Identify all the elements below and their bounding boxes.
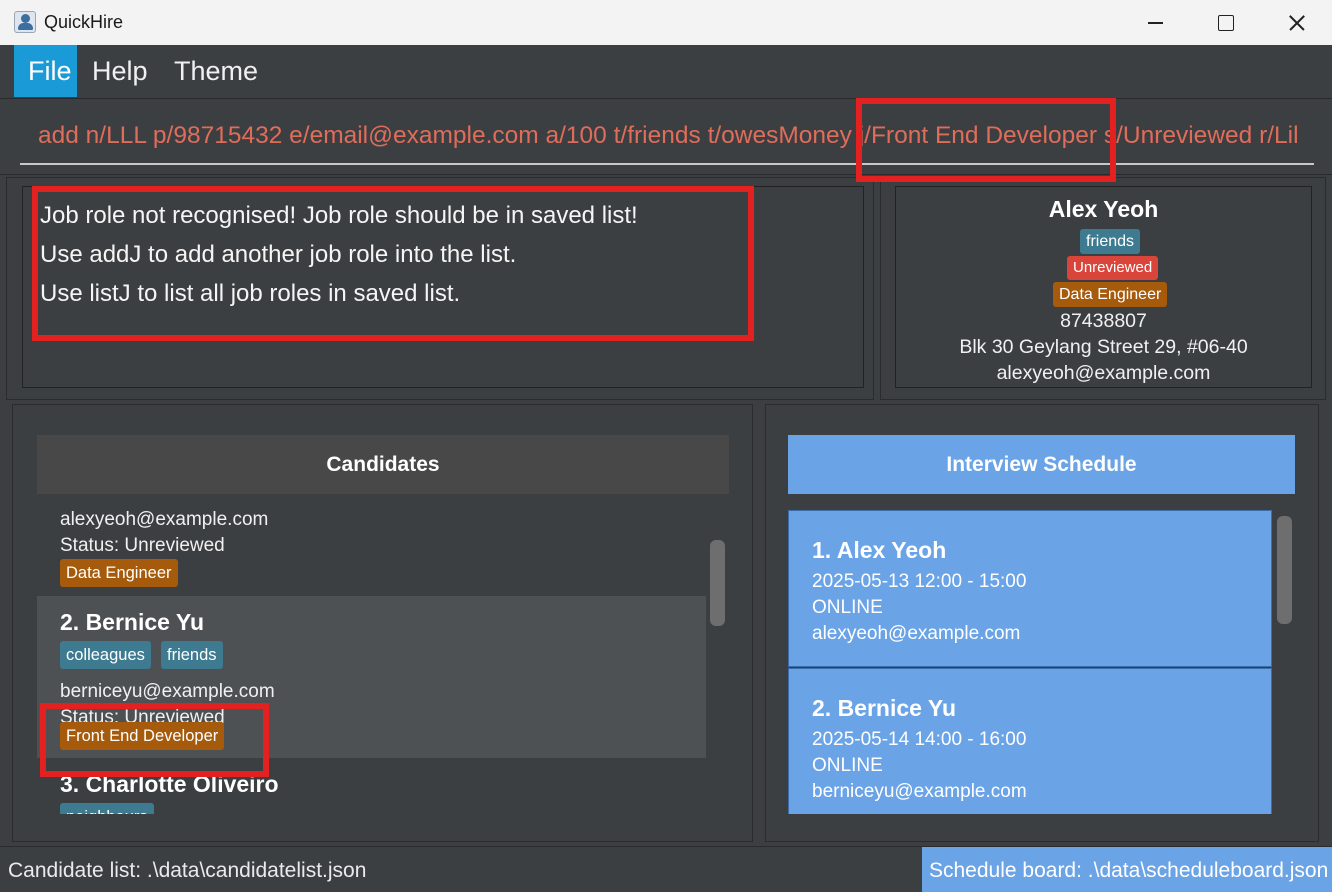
schedule-name: 2. Bernice Yu xyxy=(812,695,957,721)
highlight-box xyxy=(32,186,754,341)
schedule-item[interactable]: 2. Bernice Yu 2025-05-14 14:00 - 16:00 O… xyxy=(788,668,1272,814)
schedule-name: 1. Alex Yeoh xyxy=(812,537,947,563)
detail-status-badge: Unreviewed xyxy=(1067,256,1159,280)
schedule-board-status: Schedule board: .\data\scheduleboard.jso… xyxy=(922,847,1332,892)
schedule-time: 2025-05-13 12:00 - 15:00 xyxy=(812,571,1027,592)
candidate-status: Status: Unreviewed xyxy=(60,535,225,556)
detail-name: Alex Yeoh xyxy=(1048,196,1159,222)
minimize-icon[interactable] xyxy=(1120,0,1190,45)
detail-tag: friends xyxy=(1080,229,1141,254)
list-item[interactable]: alexyeoh@example.com Status: Unreviewed … xyxy=(37,509,706,596)
quickhire-logo-icon xyxy=(14,11,36,33)
schedule-board-path: Schedule board: .\data\scheduleboard.jso… xyxy=(929,859,1329,882)
window-title: QuickHire xyxy=(44,12,124,32)
command-input[interactable]: add n/LLL p/98715432 e/email@example.com… xyxy=(20,109,1314,165)
menu-file[interactable]: File xyxy=(14,45,77,97)
detail-address: Blk 30 Geylang Street 29, #06-40 xyxy=(959,336,1248,358)
candidate-email: alexyeoh@example.com xyxy=(60,509,269,530)
candidate-job-badge: Data Engineer xyxy=(60,559,178,587)
candidate-tag: colleagues xyxy=(60,641,151,669)
schedule-header: Interview Schedule xyxy=(788,435,1295,494)
detail-email: alexyeoh@example.com xyxy=(996,362,1211,384)
candidate-list-path: Candidate list: .\data\candidatelist.jso… xyxy=(8,859,367,882)
schedule-scrollbar[interactable] xyxy=(1277,516,1292,624)
menu-theme[interactable]: Theme xyxy=(160,45,272,97)
status-bar: Candidate list: .\data\candidatelist.jso… xyxy=(0,846,1332,892)
highlight-box xyxy=(856,98,1116,182)
detail-job-badge: Data Engineer xyxy=(1053,282,1168,307)
schedule-mode: ONLINE xyxy=(812,597,883,618)
schedule-list[interactable]: 1. Alex Yeoh 2025-05-13 12:00 - 15:00 ON… xyxy=(788,509,1272,814)
menu-bar: File Help Theme xyxy=(0,45,1332,99)
schedule-item[interactable]: 1. Alex Yeoh 2025-05-13 12:00 - 15:00 ON… xyxy=(788,510,1272,667)
highlight-box xyxy=(40,703,269,777)
schedule-email: berniceyu@example.com xyxy=(812,781,1027,802)
schedule-mode: ONLINE xyxy=(812,755,883,776)
candidate-tag: neighbours xyxy=(60,803,154,814)
detail-phone: 87438807 xyxy=(1060,310,1147,332)
schedule-email: alexyeoh@example.com xyxy=(812,623,1021,644)
candidate-tag: friends xyxy=(161,641,223,669)
candidate-email: berniceyu@example.com xyxy=(60,681,275,702)
menu-help[interactable]: Help xyxy=(78,45,162,97)
title-bar: QuickHire xyxy=(0,0,1332,45)
schedule-time: 2025-05-14 14:00 - 16:00 xyxy=(812,729,1027,750)
candidates-header: Candidates xyxy=(37,435,729,494)
close-icon[interactable] xyxy=(1260,0,1330,45)
candidate-scrollbar[interactable] xyxy=(710,540,725,626)
candidate-name: 2. Bernice Yu xyxy=(60,609,205,635)
command-area: add n/LLL p/98715432 e/email@example.com… xyxy=(0,99,1332,175)
maximize-icon[interactable] xyxy=(1190,0,1260,45)
